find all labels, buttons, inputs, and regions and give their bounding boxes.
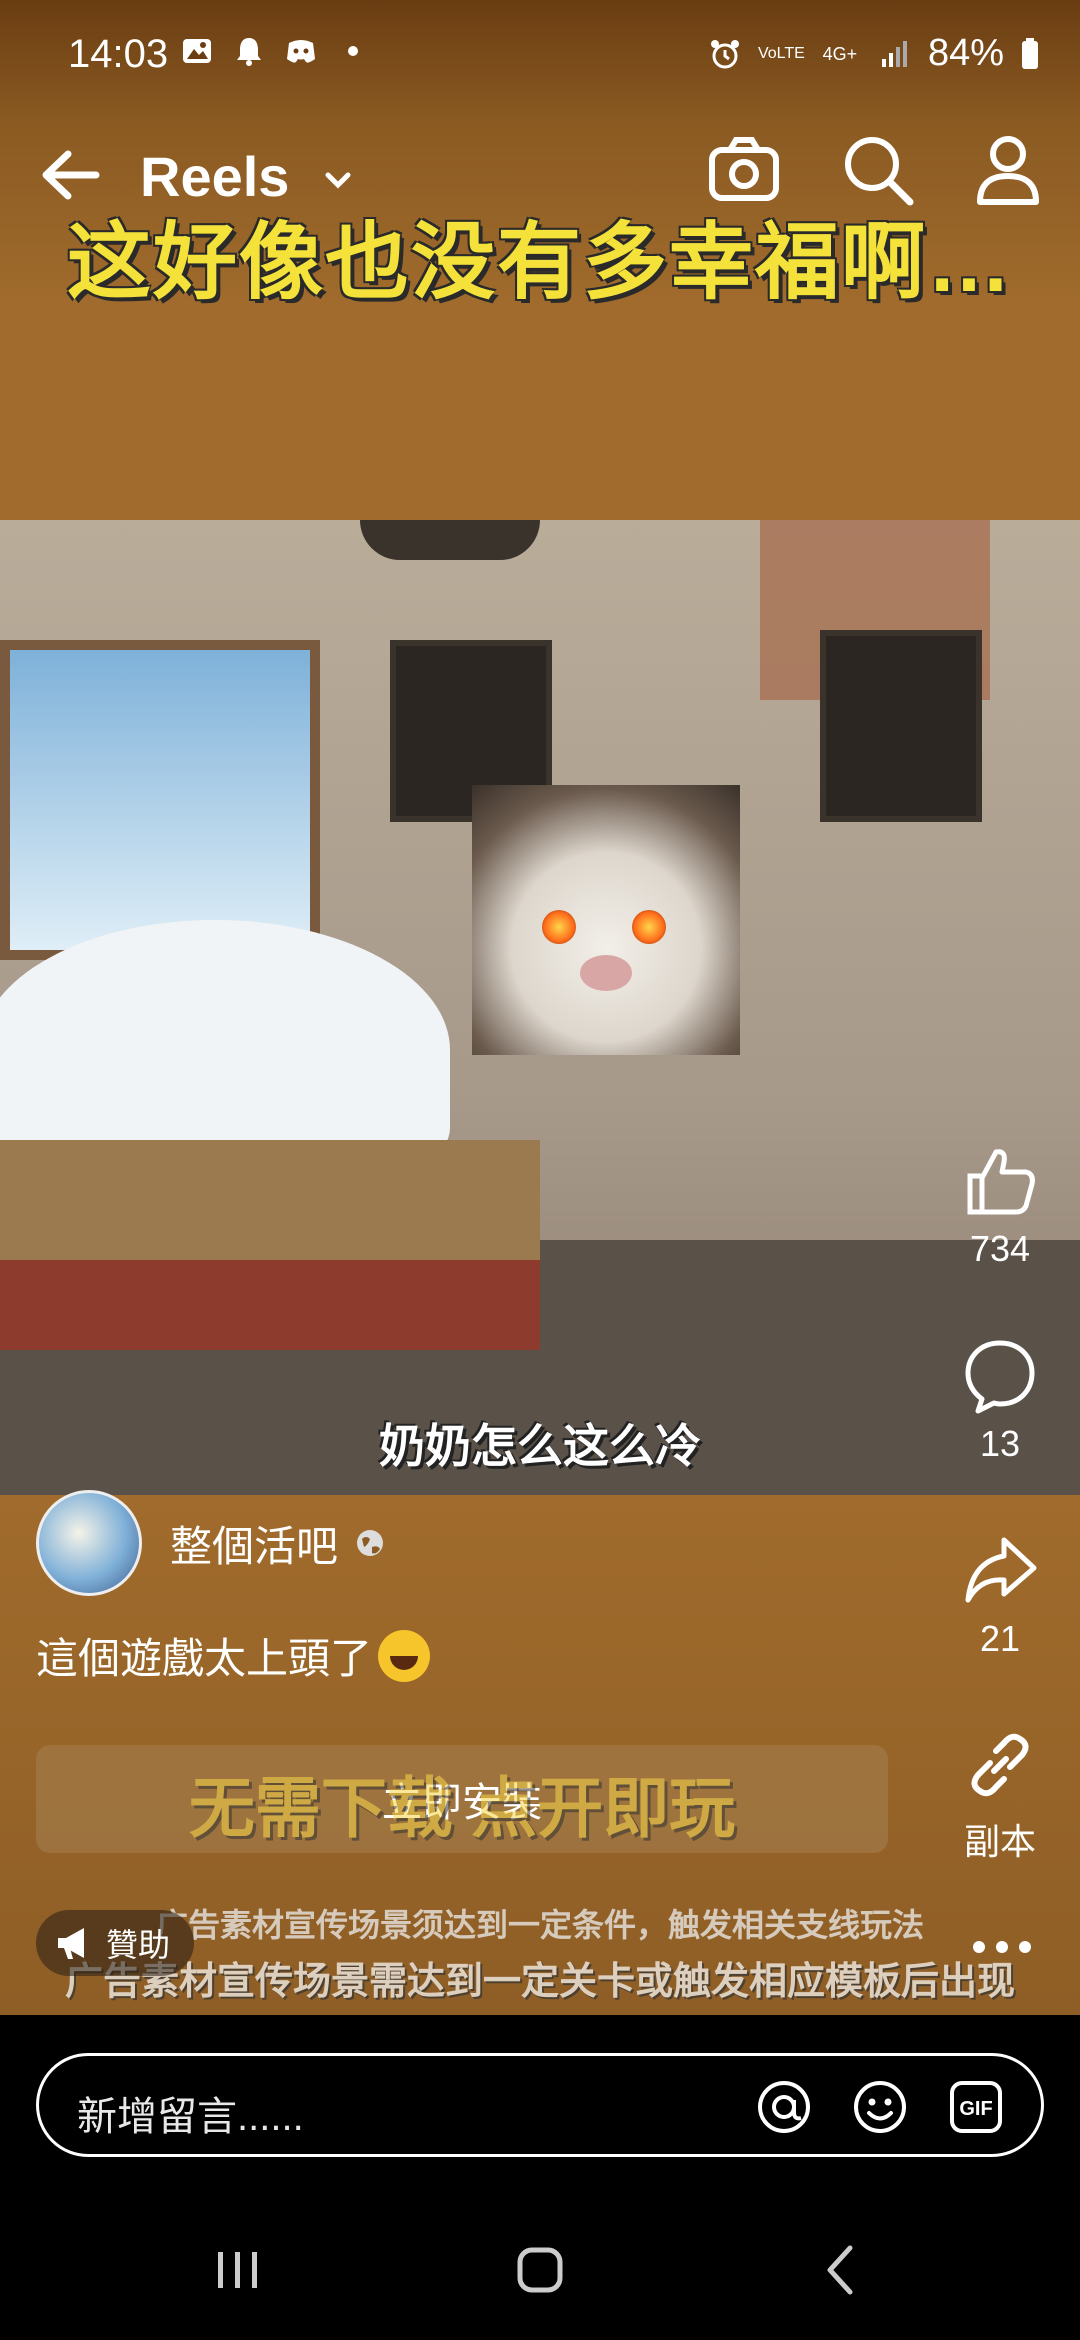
share-arrow-icon[interactable]: [960, 1530, 1040, 1610]
like-count: 734: [969, 1228, 1031, 1269]
share-action[interactable]: 21: [920, 1530, 1080, 1660]
dot-icon: [348, 46, 358, 56]
profile-icon[interactable]: [968, 130, 1048, 210]
video-ad-note-1: 广告素材宣传场景须达到一定条件，触发相关支线玩法: [155, 1907, 924, 1943]
battery-icon: [1022, 37, 1038, 69]
battery-percent: 84%: [927, 32, 1004, 74]
back-nav-icon[interactable]: [812, 2240, 872, 2300]
post-author[interactable]: 整個活吧: [36, 1490, 386, 1596]
gif-icon[interactable]: GIF: [947, 2078, 1005, 2136]
status-time: 14:03: [68, 32, 169, 76]
link-icon[interactable]: [960, 1725, 1040, 1805]
system-nav-bar: [0, 2190, 1080, 2340]
bed: [0, 1140, 540, 1260]
bell-icon: [237, 38, 261, 66]
cat-sticker: [472, 785, 740, 1055]
post-caption: 這個遊戲太上頭了: [36, 1625, 431, 1686]
snowy-window: [0, 640, 320, 960]
reels-title[interactable]: Reels: [140, 144, 289, 209]
alarm-icon: [710, 39, 739, 68]
avatar[interactable]: [36, 1490, 142, 1596]
cat-eye-right: [632, 910, 666, 944]
gallery-icon: [183, 39, 211, 63]
bed-bricks: [0, 1260, 540, 1350]
comment-bar: 新增留言...... GIF: [0, 2015, 1080, 2190]
status-icons-right: VoLTE 4G+ 84%: [708, 32, 1040, 75]
cat-eye-left: [542, 910, 576, 944]
like-action[interactable]: 734: [920, 1140, 1080, 1270]
sponsored-label: 贊助: [106, 1927, 171, 1963]
portrait-frame-girl: [820, 630, 982, 822]
thumbs-up-icon[interactable]: [960, 1140, 1040, 1220]
install-button-label: 立即安裝: [382, 1781, 542, 1825]
comment-input[interactable]: 新增留言...... GIF: [36, 2053, 1044, 2157]
sponsored-badge[interactable]: 贊助: [36, 1910, 195, 1976]
mention-icon[interactable]: [755, 2078, 813, 2136]
comment-count: 13: [979, 1423, 1021, 1464]
emoji-icon[interactable]: [851, 2078, 909, 2136]
app-bar: Reels: [0, 120, 1080, 230]
share-count: 21: [979, 1618, 1021, 1659]
laughing-emoji-icon: [378, 1629, 431, 1682]
caption-text: 這個遊戲太上頭了: [36, 1635, 373, 1682]
reel-video[interactable]: 这好像也没有多幸福啊… 奶奶怎么这么冷: [0, 0, 1080, 2015]
globe-icon: [357, 1530, 384, 1556]
lamp: [360, 520, 540, 560]
search-icon[interactable]: [838, 130, 918, 210]
home-icon[interactable]: [510, 2240, 570, 2300]
camera-icon[interactable]: [704, 130, 784, 210]
video-subtitle: 奶奶怎么这么冷: [379, 1420, 701, 1472]
signal-icon: [881, 40, 907, 67]
volte-indicator: VoLTE: [757, 44, 805, 62]
author-name[interactable]: 整個活吧: [170, 1513, 338, 1574]
status-icons-left: [180, 34, 370, 68]
more-options-icon[interactable]: [972, 1940, 1032, 1954]
network-indicator: 4G+: [822, 43, 858, 64]
copy-link-label: 副本: [963, 1821, 1036, 1862]
copy-link-action[interactable]: 副本: [920, 1725, 1080, 1865]
cat-nose: [580, 955, 632, 991]
video-ad-note-2: 广告素材宣传场景需达到一定关卡或触发相应模板后出现: [64, 1961, 1015, 2003]
comment-action[interactable]: 13: [920, 1335, 1080, 1465]
recent-apps-icon[interactable]: [208, 2240, 268, 2300]
discord-icon: [287, 40, 315, 63]
install-button[interactable]: 立即安裝: [36, 1745, 888, 1853]
svg-text:GIF: GIF: [959, 2098, 992, 2120]
megaphone-icon: [58, 1928, 84, 1959]
status-bar: 14:03 VoLTE 4G+ 84%: [0, 0, 1080, 115]
chevron-down-icon[interactable]: [322, 164, 354, 196]
comment-placeholder: 新增留言......: [77, 2095, 304, 2139]
comment-bubble-icon[interactable]: [960, 1335, 1040, 1415]
back-arrow-icon[interactable]: [36, 140, 106, 210]
